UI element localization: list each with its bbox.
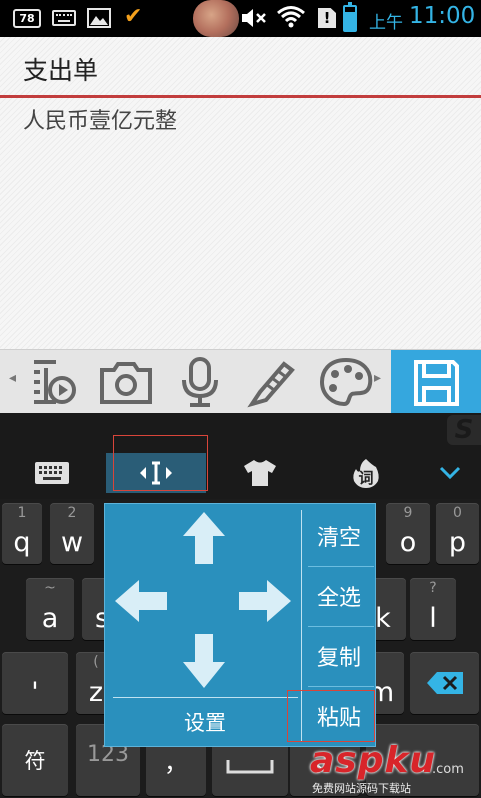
key-hint: 0 [453, 505, 462, 521]
note-body-text[interactable]: 人民币壹亿元整 [23, 103, 177, 135]
copy-button[interactable]: 复制 [302, 628, 376, 684]
note-editor[interactable]: 支出单 人民币壹亿元整 [0, 37, 481, 349]
scroll-left-icon[interactable]: ◂ [9, 370, 16, 386]
word-icon[interactable]: 词 [342, 453, 390, 493]
symbol-key-label: 符 [24, 749, 46, 773]
check-icon: ✔ [124, 4, 143, 29]
key-p[interactable]: 0 p [436, 503, 479, 564]
save-button[interactable] [391, 350, 481, 414]
key-hint: ~ [44, 580, 56, 596]
key-hint: 2 [67, 505, 77, 521]
symbol-key[interactable]: 符 [2, 724, 68, 796]
camera-icon[interactable] [98, 356, 154, 408]
keyboard-top-bar: S 词 [0, 413, 481, 499]
paste-highlight [287, 690, 375, 742]
select-all-button[interactable]: 全选 [302, 568, 376, 624]
key-hint: 9 [403, 505, 413, 521]
note-toolbar: ◂ ▸ [0, 349, 481, 414]
collapse-chevron-icon[interactable] [428, 453, 472, 493]
watermark-logo: aspku [310, 740, 437, 781]
key-a[interactable]: ~ a [26, 578, 74, 640]
image-icon [87, 8, 111, 28]
sogou-logo: S [447, 415, 481, 445]
key-apostrophe[interactable]: ' [2, 652, 68, 714]
note-title[interactable]: 支出单 [23, 51, 98, 87]
cursor-tab-highlight [113, 435, 208, 491]
key-label: o [399, 527, 417, 558]
status-bar: 78 ✔ ! 上午 11:00 [0, 0, 481, 37]
cursor-down-arrow-icon[interactable] [181, 632, 227, 690]
watermark-subtitle: 免费网站源码下载站 [312, 782, 411, 795]
key-o[interactable]: 9 o [386, 503, 430, 564]
avatar [193, 0, 239, 37]
cursor-up-arrow-icon[interactable] [181, 510, 227, 566]
popup-horizontal-divider [113, 697, 298, 698]
site-watermark: aspku .com 免费网站源码下载站 [310, 740, 481, 798]
key-hint: ? [429, 580, 437, 596]
key-l[interactable]: ? l [410, 578, 456, 640]
cursor-right-arrow-icon[interactable] [237, 578, 293, 624]
palette-icon[interactable] [318, 356, 374, 408]
status-ampm: 上午 [369, 13, 403, 33]
scroll-right-icon[interactable]: ▸ [374, 370, 381, 386]
notification-badge-icon: 78 [13, 9, 41, 28]
alert-icon: ! [318, 8, 336, 28]
key-label: q [13, 527, 31, 558]
watermark-dotcom: .com [432, 762, 464, 777]
mute-icon [240, 6, 270, 35]
skin-tshirt-icon[interactable] [236, 453, 284, 493]
battery-icon [343, 2, 357, 32]
microphone-icon[interactable] [172, 356, 228, 408]
word-icon-label: 词 [358, 469, 374, 487]
key-label: w [60, 527, 84, 558]
cursor-left-arrow-icon[interactable] [113, 578, 169, 624]
handwriting-icon[interactable] [244, 356, 300, 408]
action-divider [308, 686, 374, 687]
action-divider [308, 566, 374, 567]
keyboard-icon[interactable] [28, 453, 76, 493]
key-q[interactable]: 1 q [2, 503, 42, 564]
wifi-icon [276, 4, 306, 34]
key-label: ' [31, 677, 39, 708]
save-icon [414, 360, 459, 406]
title-divider [0, 95, 481, 98]
backspace-icon [410, 652, 479, 714]
attach-list-icon[interactable] [26, 356, 82, 408]
backspace-key[interactable] [410, 652, 479, 714]
keyboard-icon [52, 10, 76, 26]
action-divider [308, 626, 374, 627]
clear-button[interactable]: 清空 [302, 508, 376, 564]
settings-button[interactable]: 设置 [115, 700, 295, 744]
key-label: p [448, 527, 467, 558]
key-label: a [41, 603, 59, 634]
key-label: l [429, 603, 437, 634]
key-w[interactable]: 2 w [50, 503, 94, 564]
key-hint: 1 [17, 505, 27, 521]
status-time: 11:00 [409, 3, 476, 29]
